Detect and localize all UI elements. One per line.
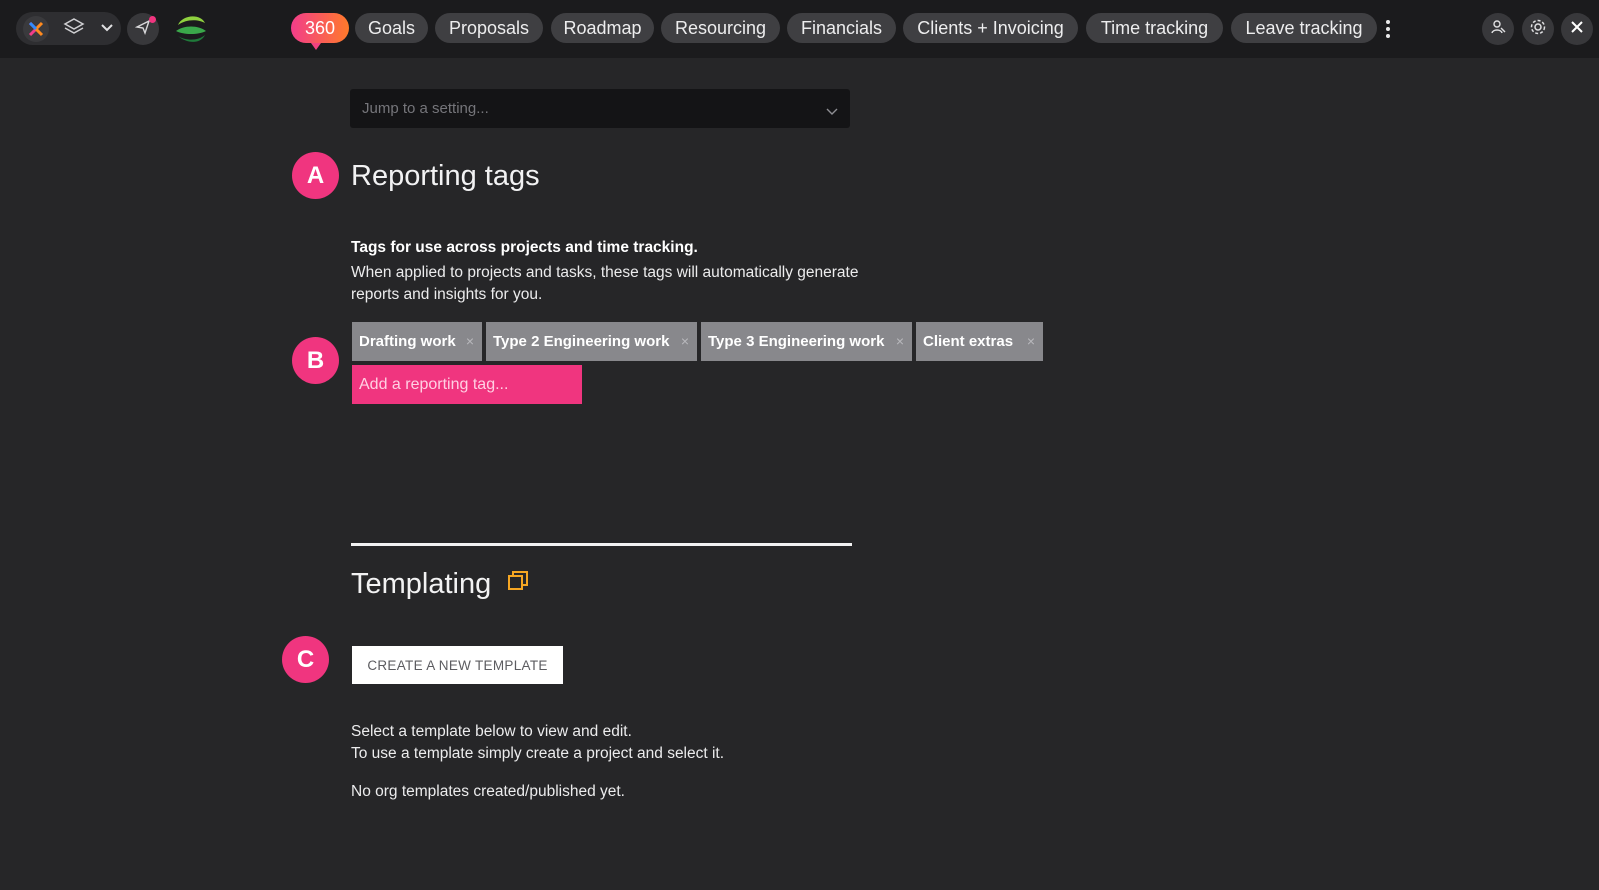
- description-line: When applied to projects and tasks, thes…: [351, 264, 859, 281]
- send-button[interactable]: [127, 13, 159, 45]
- tab-label: Time tracking: [1100, 17, 1209, 38]
- tab-label: Clients + Invoicing: [917, 17, 1064, 38]
- tab-label: Proposals: [448, 17, 530, 38]
- chevron-down-icon[interactable]: [100, 20, 114, 38]
- tab-label: Resourcing: [674, 17, 767, 38]
- tag-chip[interactable]: Type 2 Engineering work ×: [486, 322, 697, 361]
- layers-icon[interactable]: [63, 17, 86, 40]
- empty-templates-message: No org templates created/published yet.: [351, 783, 625, 800]
- user-switch-icon: [1490, 19, 1506, 40]
- description-line: reports and insights for you.: [351, 286, 543, 303]
- tab-label: Leave tracking: [1245, 17, 1363, 38]
- tab-financials[interactable]: Financials: [787, 13, 896, 43]
- marker-c: C: [282, 636, 329, 683]
- add-reporting-tag-field[interactable]: [352, 365, 582, 404]
- jump-to-setting-input[interactable]: [360, 99, 804, 118]
- settings-button[interactable]: [1522, 13, 1554, 45]
- reporting-tags-subtitle: Tags for use across projects and time tr…: [351, 239, 698, 256]
- badge-count: 360: [304, 17, 336, 38]
- tab-resourcing[interactable]: Resourcing: [661, 13, 780, 43]
- tab-roadmap[interactable]: Roadmap: [551, 13, 654, 43]
- brand-logo[interactable]: [172, 11, 210, 49]
- tab-goals[interactable]: Goals: [355, 13, 428, 43]
- tab-label: Financials: [800, 17, 883, 38]
- tag-label: Drafting work: [359, 333, 456, 350]
- marker-a: A: [292, 152, 339, 199]
- gear-icon: [1529, 18, 1547, 41]
- create-new-template-button[interactable]: CREATE A NEW TEMPLATE: [352, 646, 563, 684]
- tab-proposals[interactable]: Proposals: [435, 13, 543, 43]
- reporting-tags-title: Reporting tags: [351, 160, 540, 192]
- tag-label: Type 3 Engineering work: [708, 333, 885, 350]
- templating-title: Templating: [351, 568, 492, 600]
- add-reporting-tag-input[interactable]: [357, 374, 576, 395]
- templating-info-line: To use a template simply create a projec…: [351, 745, 725, 762]
- tab-label: Roadmap: [563, 17, 642, 38]
- remove-tag-icon[interactable]: ×: [1027, 333, 1035, 349]
- paper-plane-icon: [134, 19, 151, 40]
- chevron-down-icon[interactable]: [826, 103, 838, 121]
- x-logo-icon[interactable]: [23, 15, 50, 42]
- tab-leave-tracking[interactable]: Leave tracking: [1231, 13, 1377, 43]
- remove-tag-icon[interactable]: ×: [896, 333, 904, 349]
- user-switch-button[interactable]: [1482, 13, 1514, 45]
- top-navigation-bar: 360 Goals Proposals Roadmap Resourcing F…: [0, 0, 1599, 58]
- copy-template-icon[interactable]: [508, 571, 528, 591]
- kebab-menu-icon[interactable]: [1385, 20, 1391, 38]
- remove-tag-icon[interactable]: ×: [466, 333, 474, 349]
- marker-b: B: [292, 337, 339, 384]
- tag-chip[interactable]: Client extras ×: [916, 322, 1043, 361]
- tag-chip[interactable]: Type 3 Engineering work ×: [701, 322, 912, 361]
- tag-label: Type 2 Engineering work: [493, 333, 670, 350]
- tab-clients-invoicing[interactable]: Clients + Invoicing: [903, 13, 1078, 43]
- reporting-tags-description: When applied to projects and tasks, thes…: [351, 262, 951, 306]
- notifications-badge[interactable]: 360: [291, 13, 349, 50]
- app-switcher-group: [16, 12, 121, 45]
- close-icon: [1570, 20, 1584, 39]
- notification-dot: [149, 16, 156, 23]
- tab-label: Goals: [367, 17, 416, 38]
- tab-time-tracking[interactable]: Time tracking: [1086, 13, 1223, 43]
- remove-tag-icon[interactable]: ×: [681, 333, 689, 349]
- tag-label: Client extras: [923, 333, 1014, 350]
- tag-chip[interactable]: Drafting work ×: [352, 322, 482, 361]
- templating-info-line: Select a template below to view and edit…: [351, 723, 632, 740]
- jump-to-setting-select[interactable]: [350, 89, 850, 128]
- close-button[interactable]: [1561, 13, 1593, 45]
- section-divider: [351, 543, 852, 546]
